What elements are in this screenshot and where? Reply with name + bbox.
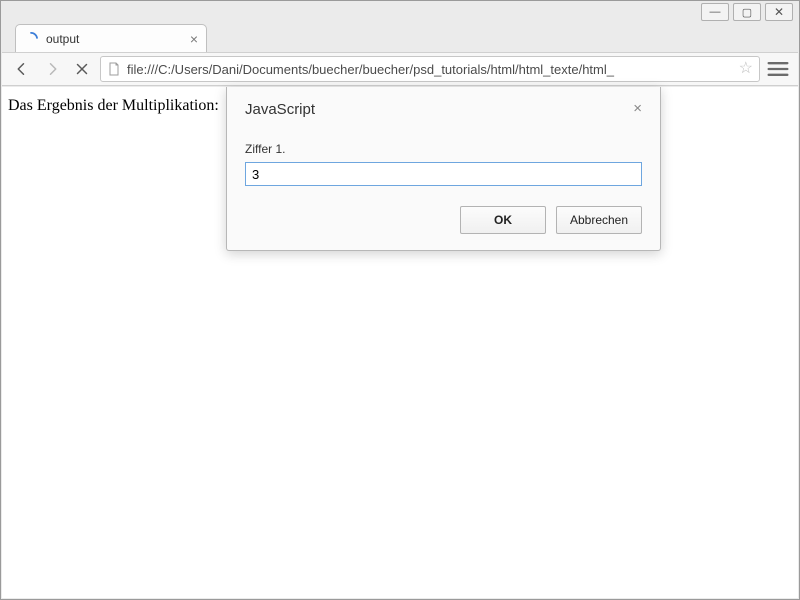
window-close-button[interactable]: ✕: [765, 3, 793, 21]
back-button[interactable]: [8, 55, 36, 83]
address-bar[interactable]: file:///C:/Users/Dani/Documents/buecher/…: [100, 56, 760, 82]
chrome-menu-button[interactable]: [764, 55, 792, 83]
cancel-button[interactable]: Abbrechen: [556, 206, 642, 234]
browser-window: — ▢ ✕ output × file:///C:/Users/Dani/Doc…: [0, 0, 800, 600]
bookmark-star-icon[interactable]: ☆: [739, 61, 753, 77]
close-icon: [73, 60, 91, 78]
window-minimize-button[interactable]: —: [701, 3, 729, 21]
page-heading: Das Ergebnis der Multiplikation:: [8, 97, 219, 115]
hamburger-icon: [764, 55, 792, 83]
javascript-prompt-dialog: JavaScript × Ziffer 1. OK Abbrechen: [226, 87, 661, 251]
page-icon: [107, 62, 121, 76]
window-maximize-button[interactable]: ▢: [733, 3, 761, 21]
dialog-close-icon[interactable]: ×: [633, 101, 642, 116]
browser-tab[interactable]: output ×: [15, 24, 207, 52]
arrow-left-icon: [13, 60, 31, 78]
forward-button[interactable]: [38, 55, 66, 83]
tab-title: output: [46, 32, 182, 46]
stop-button[interactable]: [68, 55, 96, 83]
arrow-right-icon: [43, 60, 61, 78]
page-viewport: Das Ergebnis der Multiplikation: JavaScr…: [2, 87, 798, 598]
prompt-input[interactable]: [245, 162, 642, 186]
loading-spinner-icon: [24, 32, 38, 46]
dialog-message: Ziffer 1.: [245, 142, 642, 156]
browser-toolbar: file:///C:/Users/Dani/Documents/buecher/…: [2, 52, 798, 86]
tab-close-icon[interactable]: ×: [190, 32, 198, 46]
ok-button[interactable]: OK: [460, 206, 546, 234]
url-text: file:///C:/Users/Dani/Documents/buecher/…: [127, 62, 733, 77]
tab-strip: output ×: [7, 24, 793, 52]
window-controls: — ▢ ✕: [701, 3, 793, 21]
dialog-header: JavaScript ×: [245, 101, 642, 118]
dialog-button-row: OK Abbrechen: [245, 206, 642, 234]
dialog-title: JavaScript: [245, 101, 315, 118]
